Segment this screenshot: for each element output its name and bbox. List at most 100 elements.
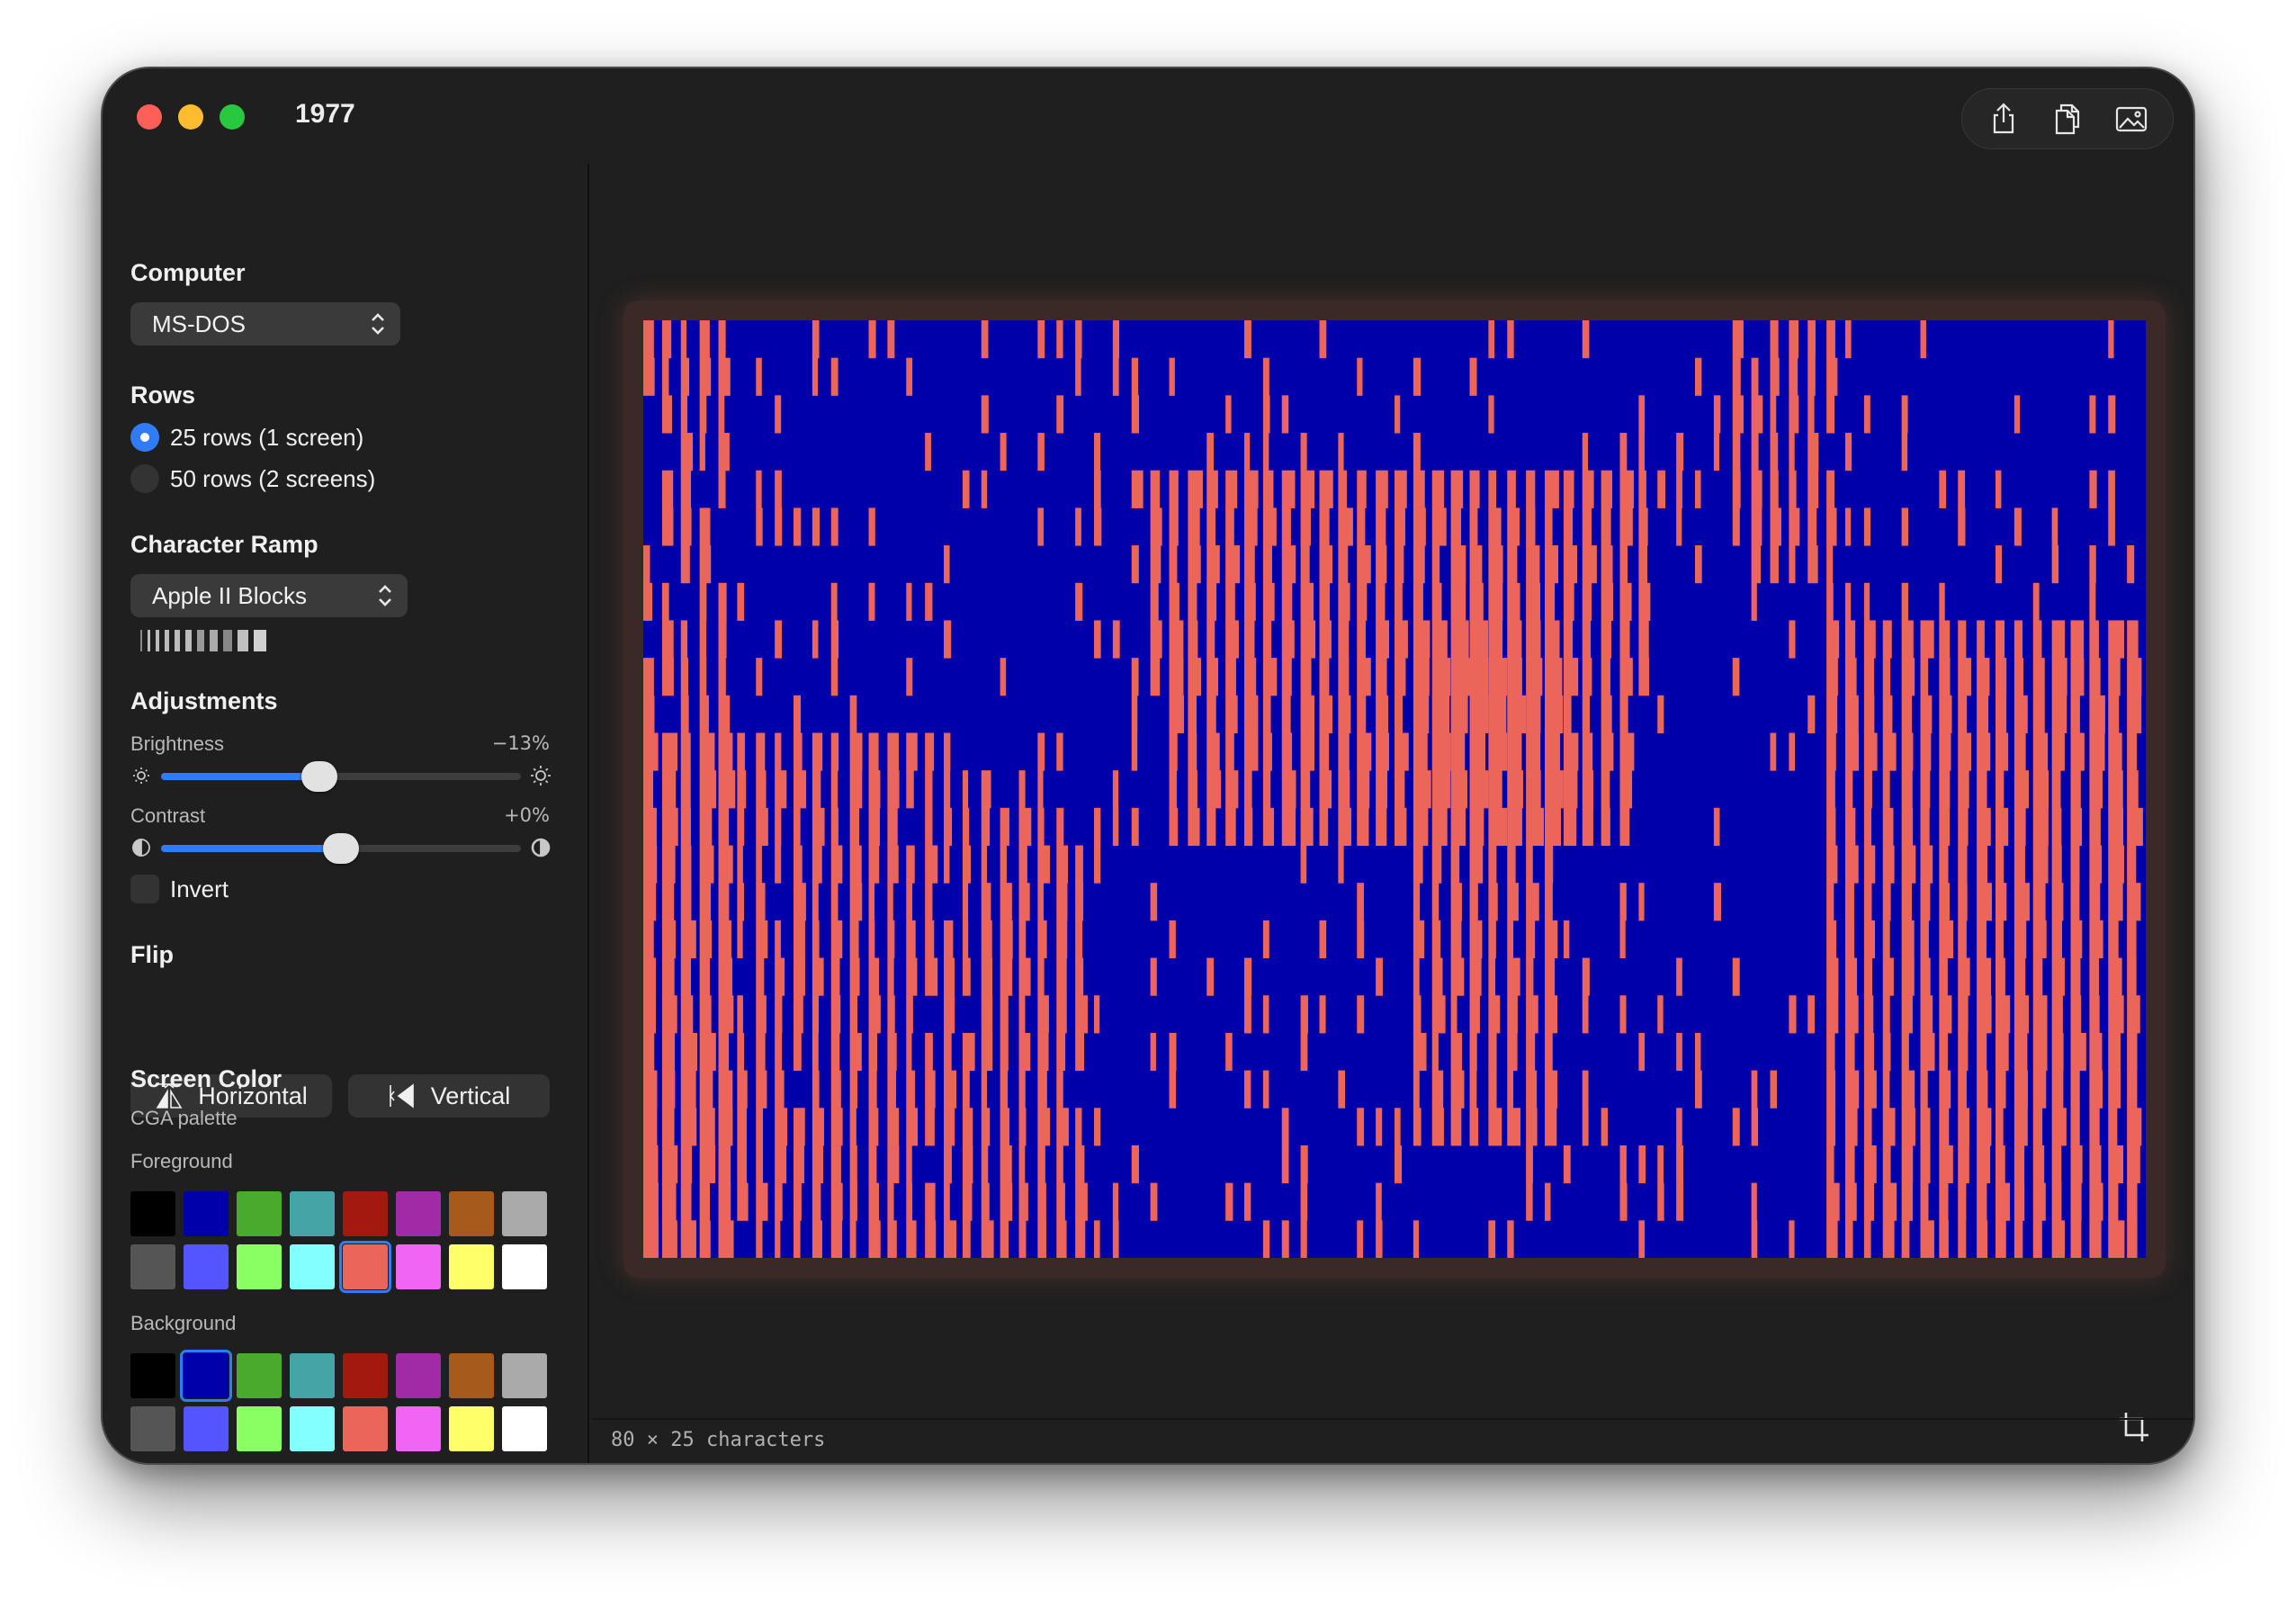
ascii-cell [1431,732,1451,771]
character-ramp-select[interactable]: Apple II Blocks [130,574,408,617]
ascii-cell [680,545,690,584]
background-swatch[interactable] [290,1406,335,1451]
ascii-cell [1169,1070,1177,1109]
computer-select[interactable]: MS-DOS [130,302,400,346]
brightness-slider[interactable] [161,761,521,792]
ascii-cell [756,1108,764,1146]
contrast-slider-fill [161,845,341,852]
foreground-swatch[interactable] [130,1191,175,1236]
ascii-cell [1413,658,1430,696]
foreground-swatch[interactable] [184,1244,229,1289]
foreground-swatch[interactable] [502,1191,547,1236]
ascii-cell [643,883,657,921]
ascii-cell [1319,995,1326,1034]
ascii-cell [1262,357,1269,396]
ascii-cell [1300,470,1315,508]
rows-option-50[interactable]: 50 rows (2 screens) [130,464,375,493]
ascii-cell [1996,807,2009,847]
copy-button[interactable] [2044,95,2091,142]
foreground-swatch[interactable] [237,1191,282,1236]
share-button[interactable] [1980,95,2027,142]
foreground-swatch[interactable] [184,1191,229,1236]
foreground-swatch[interactable] [502,1244,547,1289]
save-image-button[interactable] [2108,95,2155,142]
ascii-cell [775,1182,783,1221]
ascii-cell [906,845,915,884]
foreground-swatch[interactable] [449,1191,494,1236]
contrast-slider[interactable] [161,833,521,864]
contrast-slider-knob[interactable] [323,833,359,864]
ascii-cell [2127,920,2137,959]
foreground-swatch[interactable] [396,1191,441,1236]
brightness-slider-knob[interactable] [301,761,337,792]
background-swatch[interactable] [449,1406,494,1451]
ascii-cell [1094,433,1101,471]
background-swatch[interactable] [237,1353,282,1398]
background-swatch[interactable] [449,1353,494,1398]
ascii-cell [1413,357,1422,396]
ascii-preview-canvas [643,320,2143,1258]
ascii-cell [981,1182,990,1221]
background-swatch[interactable] [396,1406,441,1451]
background-swatch[interactable] [502,1353,547,1398]
ascii-cell [1037,320,1045,359]
maximize-window-button[interactable] [220,104,245,130]
foreground-swatch[interactable] [237,1244,282,1289]
foreground-label: Foreground [130,1150,233,1172]
foreground-swatch[interactable] [343,1191,388,1236]
background-swatch[interactable] [502,1406,547,1451]
ascii-cell [680,1108,697,1146]
background-swatch[interactable] [184,1406,229,1451]
rows-option-label: 25 rows (1 screen) [170,423,364,451]
ascii-cell [1845,1220,1853,1258]
ascii-cell [1996,658,2007,696]
ascii-cell [868,507,875,546]
ascii-cell [849,1220,857,1258]
ascii-cell [1619,620,1630,659]
background-swatch[interactable] [290,1353,335,1398]
background-swatch[interactable] [130,1406,175,1451]
background-swatch[interactable] [180,1350,232,1402]
ascii-cell [868,845,880,884]
ascii-cell [756,995,767,1034]
foreground-swatch[interactable] [339,1241,391,1293]
rows-option-25[interactable]: 25 rows (1 screen) [130,423,363,452]
flip-vertical-button[interactable]: Vertical [348,1074,550,1118]
ascii-cell [2108,883,2123,921]
ascii-cell [868,1182,880,1221]
foreground-swatch[interactable] [290,1244,335,1289]
ascii-cell [1601,1108,1609,1146]
invert-toggle[interactable]: Invert [130,875,229,903]
ascii-cell [1281,507,1291,546]
ascii-cell [718,1032,730,1072]
ascii-cell [1713,883,1722,921]
ascii-cell [2032,1220,2042,1258]
close-window-button[interactable] [137,104,162,130]
ascii-cell [1469,357,1477,396]
background-swatch[interactable] [343,1353,388,1398]
radio-button[interactable] [130,464,159,493]
computer-select-value: MS-DOS [152,310,246,337]
foreground-swatch[interactable] [449,1244,494,1289]
ascii-cell [2013,920,2027,959]
ascii-cell [1037,883,1044,921]
foreground-swatch[interactable] [396,1244,441,1289]
foreground-swatch[interactable] [130,1244,175,1289]
background-swatch[interactable] [130,1353,175,1398]
ascii-cell [2032,845,2049,884]
ascii-cell [1996,732,2009,771]
invert-checkbox[interactable] [130,875,159,903]
background-swatch[interactable] [237,1406,282,1451]
radio-button-selected[interactable] [130,423,159,452]
background-swatch[interactable] [343,1406,388,1451]
foreground-swatch[interactable] [290,1191,335,1236]
background-swatch[interactable] [396,1353,441,1398]
ascii-cell [699,582,707,621]
ascii-cell [718,1108,733,1146]
ascii-cell [680,433,694,471]
ascii-cell [1582,433,1589,471]
minimize-window-button[interactable] [178,104,203,130]
ascii-cell [680,957,692,996]
ascii-cell [2127,732,2138,771]
ascii-cell [1901,1220,1910,1258]
